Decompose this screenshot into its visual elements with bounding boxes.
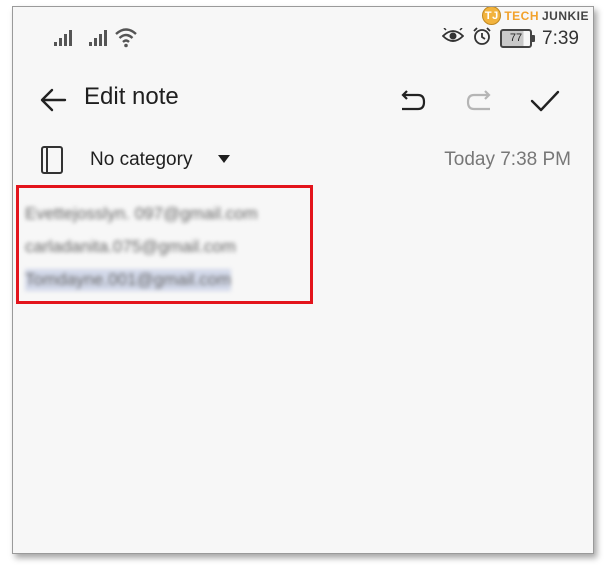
signal-icon [88,29,108,47]
category-dropdown[interactable]: No category [90,149,192,171]
battery-icon: 77 [500,29,536,48]
category-row: No category Today 7:38 PM [13,143,593,179]
watermark-junkie: JUNKIE [541,8,589,23]
notebook-icon [40,145,64,180]
check-icon[interactable] [529,85,561,117]
alarm-icon [472,26,492,51]
watermark-tech: TECH [504,8,539,23]
note-date: Today 7:38 PM [444,149,571,170]
highlight-box [16,185,313,304]
back-arrow-icon[interactable] [39,85,69,115]
wifi-icon [114,26,138,53]
chevron-down-icon[interactable] [218,155,230,163]
watermark-logo: TJ [482,7,502,25]
undo-icon[interactable] [396,85,428,117]
status-icons: 77 7:39 [441,26,579,51]
eye-icon [441,26,465,49]
redo-icon[interactable] [464,85,496,117]
status-time: 7:39 [542,27,579,49]
page-title: Edit note [84,83,179,110]
watermark: TJ TECH JUNKIE [482,7,589,25]
note-header: Edit note [13,77,593,127]
signal-icon [53,29,73,47]
phone-screen: 77 7:39 Edit note No category Today 7:38… [12,6,594,554]
